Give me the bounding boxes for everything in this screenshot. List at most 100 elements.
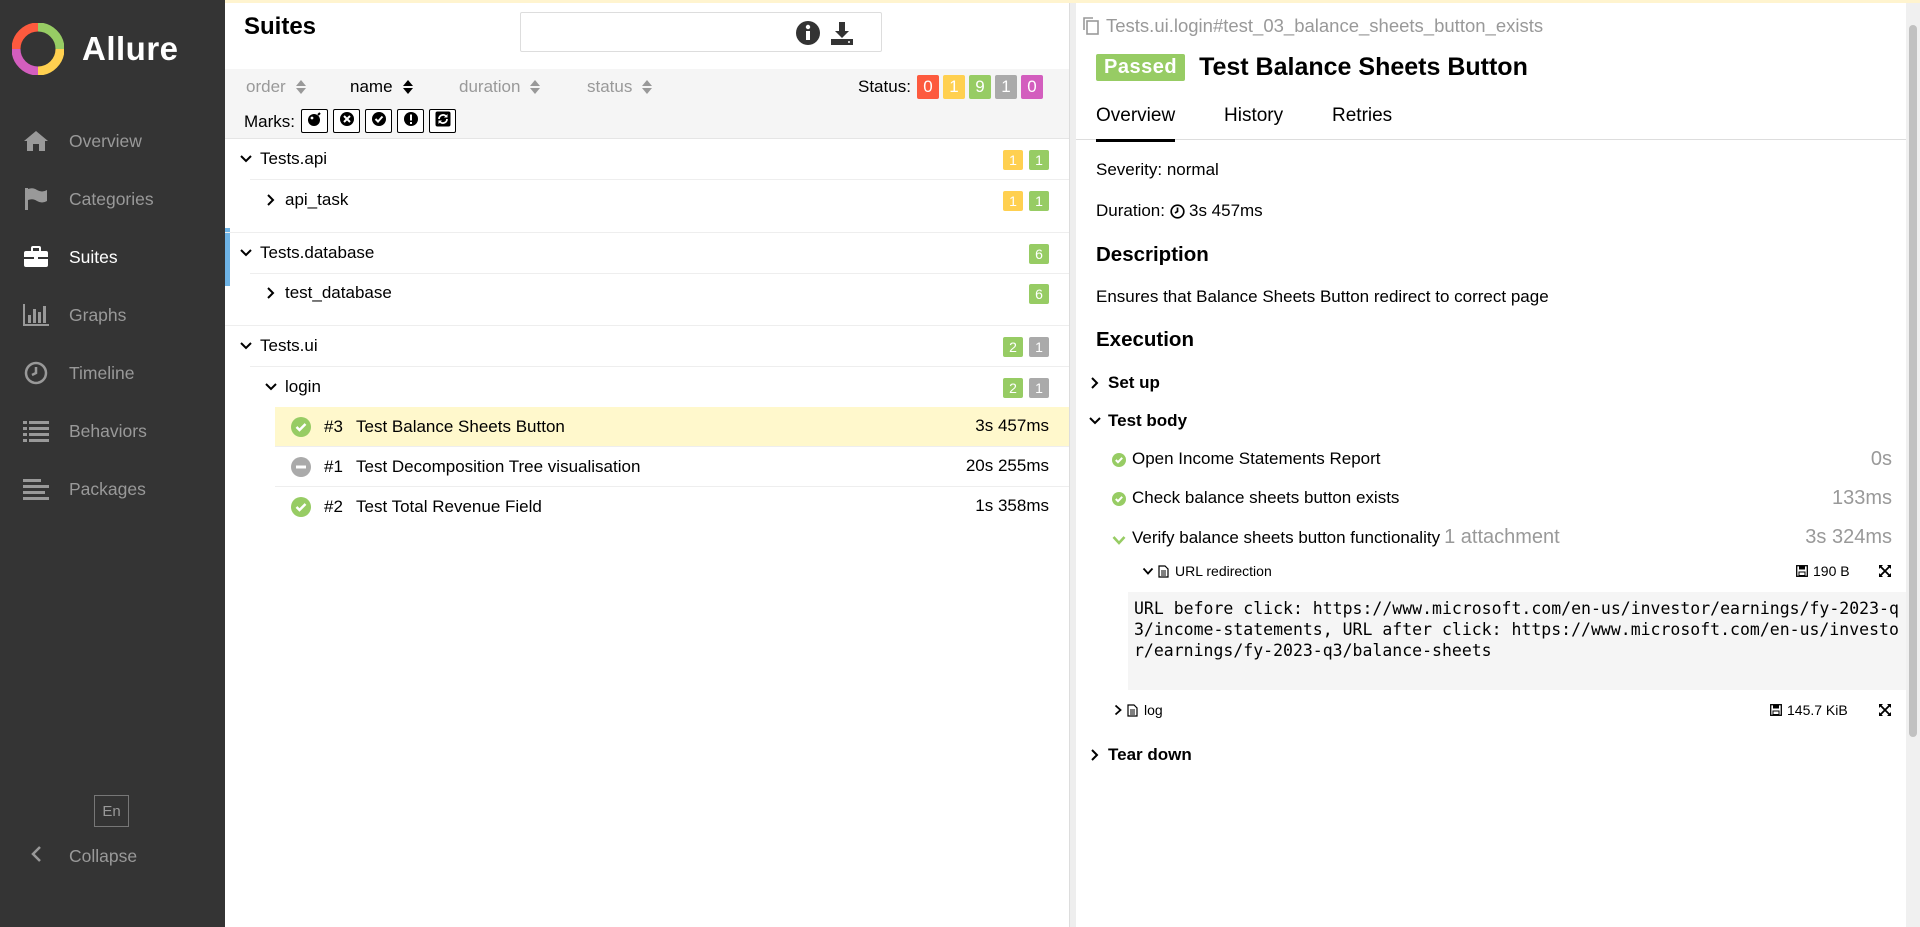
chevron-down-icon [1142,567,1154,576]
status-filter-unknown[interactable]: 0 [1021,75,1043,99]
attachment-count: 1 attachment [1444,526,1560,548]
status-filter-label: Status: [858,77,911,96]
sidebar-item-suites[interactable]: Suites [0,228,230,286]
status-filter-skipped[interactable]: 1 [995,75,1017,99]
sort-bar: order name duration status Status: 0 1 9… [225,69,1069,139]
test-duration: 1s 358ms [975,496,1049,515]
sidebar-item-behaviors[interactable]: Behaviors [0,402,225,460]
suite-subgroup-row[interactable]: api_task 1 1 [225,180,1069,220]
suite-name: Tests.ui [260,336,318,355]
status-filter-broken[interactable]: 1 [943,75,965,99]
mark-new-failed-button[interactable] [333,109,360,133]
skipped-icon [291,457,311,477]
suite-subgroup-row[interactable]: test_database 6 [225,273,1069,313]
attachment-row[interactable]: URL redirection [1142,563,1272,579]
chevron-right-icon [1088,376,1102,390]
suite-subgroup-row[interactable]: login 2 1 [225,367,1069,407]
scrollbar-thumb[interactable] [1909,25,1917,737]
setup-section[interactable]: Set up [1088,373,1160,393]
chevron-right-icon [1088,748,1102,762]
suite-group-row[interactable]: Tests.database 6 [225,233,1069,273]
sort-duration[interactable]: duration [459,77,541,97]
test-path[interactable]: Tests.ui.login#test_03_balance_sheets_bu… [1082,15,1543,37]
status-filter-passed[interactable]: 9 [969,75,991,99]
sidebar-item-packages[interactable]: Packages [0,460,225,518]
count-badge: 1 [1003,191,1023,211]
file-icon [1158,564,1169,578]
suite-group-row[interactable]: Tests.ui 2 1 [225,326,1069,366]
pane-splitter[interactable] [1069,3,1076,927]
search-input[interactable] [520,12,882,52]
attachment-content: URL before click: https://www.microsoft.… [1128,592,1908,690]
step-duration: 3s 324ms [1805,526,1892,548]
passed-icon [1112,452,1126,467]
chevron-right-icon [1114,704,1123,716]
tab-overview[interactable]: Overview [1096,105,1176,142]
suite-name: test_database [285,283,392,302]
test-duration: 3s 457ms [975,416,1049,435]
expand-icon[interactable] [1878,703,1892,717]
sidebar-item-graphs[interactable]: Graphs [0,286,225,344]
mark-new-passed-button[interactable] [365,109,392,133]
language-button[interactable]: En [94,795,129,827]
sidebar-item-label: Timeline [69,362,135,383]
mark-retries-button[interactable] [429,109,456,133]
suite-name: Tests.api [260,149,328,168]
sidebar-item-timeline[interactable]: Timeline [0,344,225,402]
chevron-down-icon [235,154,257,164]
attachment-name: log [1144,702,1163,718]
tab-retries[interactable]: Retries [1332,105,1392,139]
expand-icon[interactable] [1878,564,1892,578]
severity: Severity: normal [1096,160,1219,179]
refresh-icon [435,111,451,132]
passed-icon [291,497,311,517]
test-row[interactable]: #2 Test Total Revenue Field 1s 358ms [275,487,1069,526]
test-row[interactable]: #1 Test Decomposition Tree visualisation… [275,447,1069,486]
suite-name: Tests.database [260,243,375,262]
test-name: Test Decomposition Tree visualisation [356,456,641,476]
mark-flaky-button[interactable] [301,109,328,133]
check-circle-icon [371,111,387,132]
copy-icon[interactable] [1082,16,1100,36]
file-icon [1127,703,1138,717]
count-badge: 1 [1003,150,1023,170]
sidebar-item-categories[interactable]: Categories [0,170,225,228]
suite-group-row[interactable]: Tests.api 1 1 [225,139,1069,179]
mark-new-broken-button[interactable] [397,109,424,133]
exclamation-circle-icon [403,111,419,132]
brand[interactable]: Allure [0,0,225,98]
sidebar-item-label: Packages [69,478,146,499]
marks-label: Marks: [244,112,295,131]
count-badge: 1 [1029,150,1049,170]
save-icon [1770,704,1782,716]
status-filter-failed[interactable]: 0 [917,75,939,99]
step-row[interactable]: Open Income Statements Report 0s [1112,448,1892,470]
sort-icon [295,79,306,95]
sort-name[interactable]: name [350,77,413,97]
execution-heading: Execution [1096,328,1194,351]
count-badge: 6 [1029,284,1049,304]
tab-history[interactable]: History [1224,105,1283,139]
step-row[interactable]: Check balance sheets button exists 133ms [1112,487,1892,509]
sort-order[interactable]: order [246,77,306,97]
sidebar-item-overview[interactable]: Overview [0,112,225,170]
download-icon[interactable] [829,20,855,46]
teardown-section[interactable]: Tear down [1088,745,1192,765]
log-attachment-row[interactable]: log [1114,702,1163,718]
test-name: Test Balance Sheets Button [356,416,565,436]
collapse-button[interactable]: Collapse [22,843,137,869]
step-row[interactable]: Verify balance sheets button functionali… [1112,526,1892,549]
duration: Duration: 3s 457ms [1096,201,1263,221]
suite-name: api_task [285,190,349,209]
sidebar-item-label: Graphs [69,304,127,325]
scrollbar[interactable] [1906,3,1920,927]
align-left-icon [22,475,50,503]
bomb-icon [307,111,323,132]
chevron-down-icon [235,248,257,258]
info-icon[interactable] [795,20,821,46]
sort-status[interactable]: status [587,77,653,97]
count-badge: 2 [1003,337,1023,357]
test-body-section[interactable]: Test body [1088,411,1187,431]
brand-name: Allure [82,30,179,67]
test-row[interactable]: #3 Test Balance Sheets Button 3s 457ms [275,407,1069,446]
